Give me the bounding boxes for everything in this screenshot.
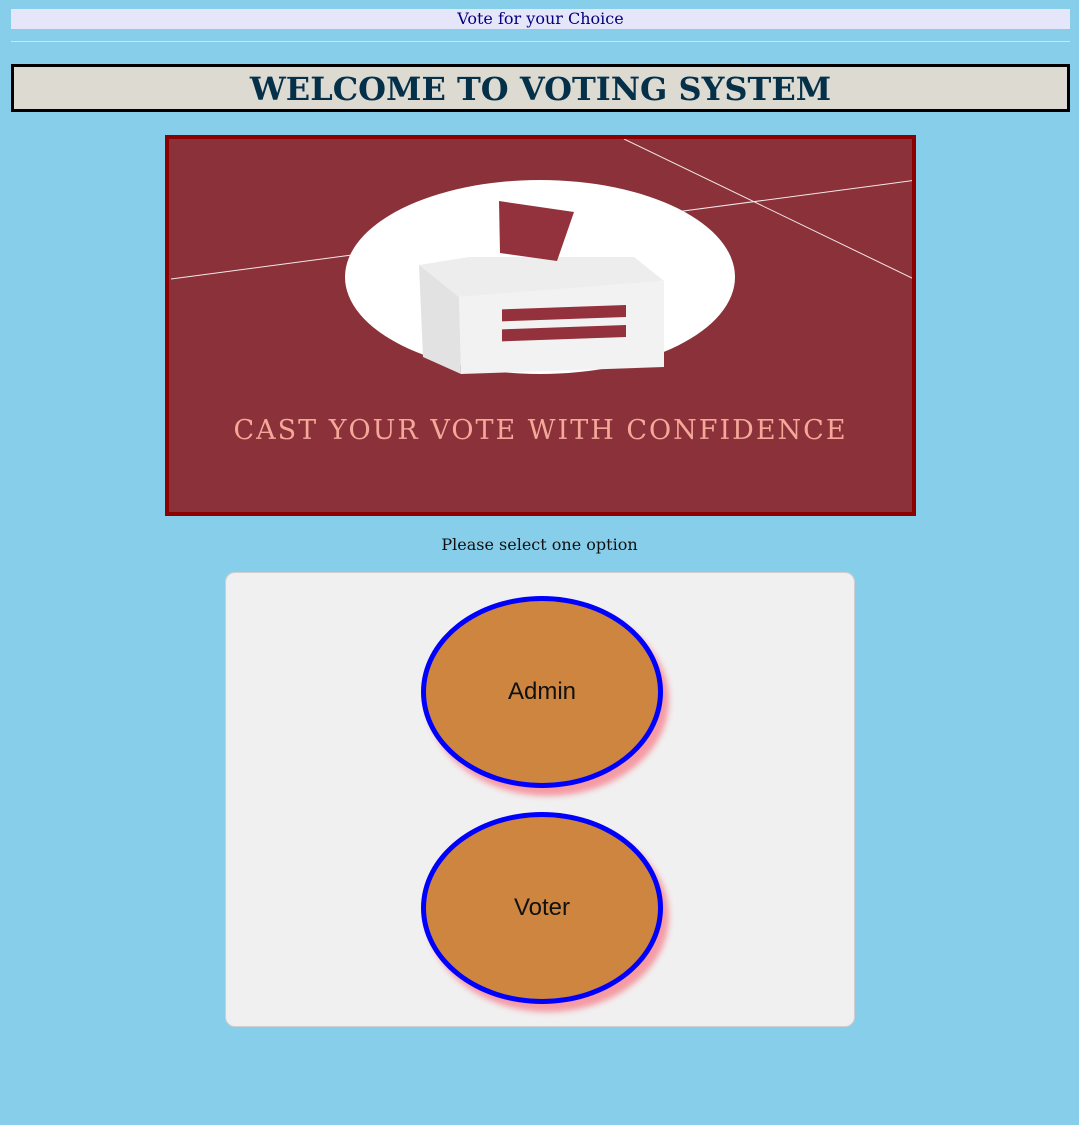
voting-banner: CAST YOUR VOTE WITH CONFIDENCE: [165, 135, 916, 516]
voter-button-label: Voter: [513, 894, 571, 921]
banner-caption: CAST YOUR VOTE WITH CONFIDENCE: [233, 415, 848, 446]
header-divider: [11, 41, 1070, 42]
role-selection-panel: Admin Voter: [225, 572, 855, 1027]
site-tagline: Vote for your Choice: [11, 9, 1070, 29]
selection-prompt: Please select one option: [441, 535, 638, 554]
admin-button[interactable]: Admin: [421, 596, 663, 788]
admin-button-label: Admin: [507, 678, 577, 705]
voter-button[interactable]: Voter: [421, 812, 663, 1004]
ballot-box-illustration: [170, 139, 912, 374]
page-title: WELCOME TO VOTING SYSTEM: [11, 64, 1070, 112]
